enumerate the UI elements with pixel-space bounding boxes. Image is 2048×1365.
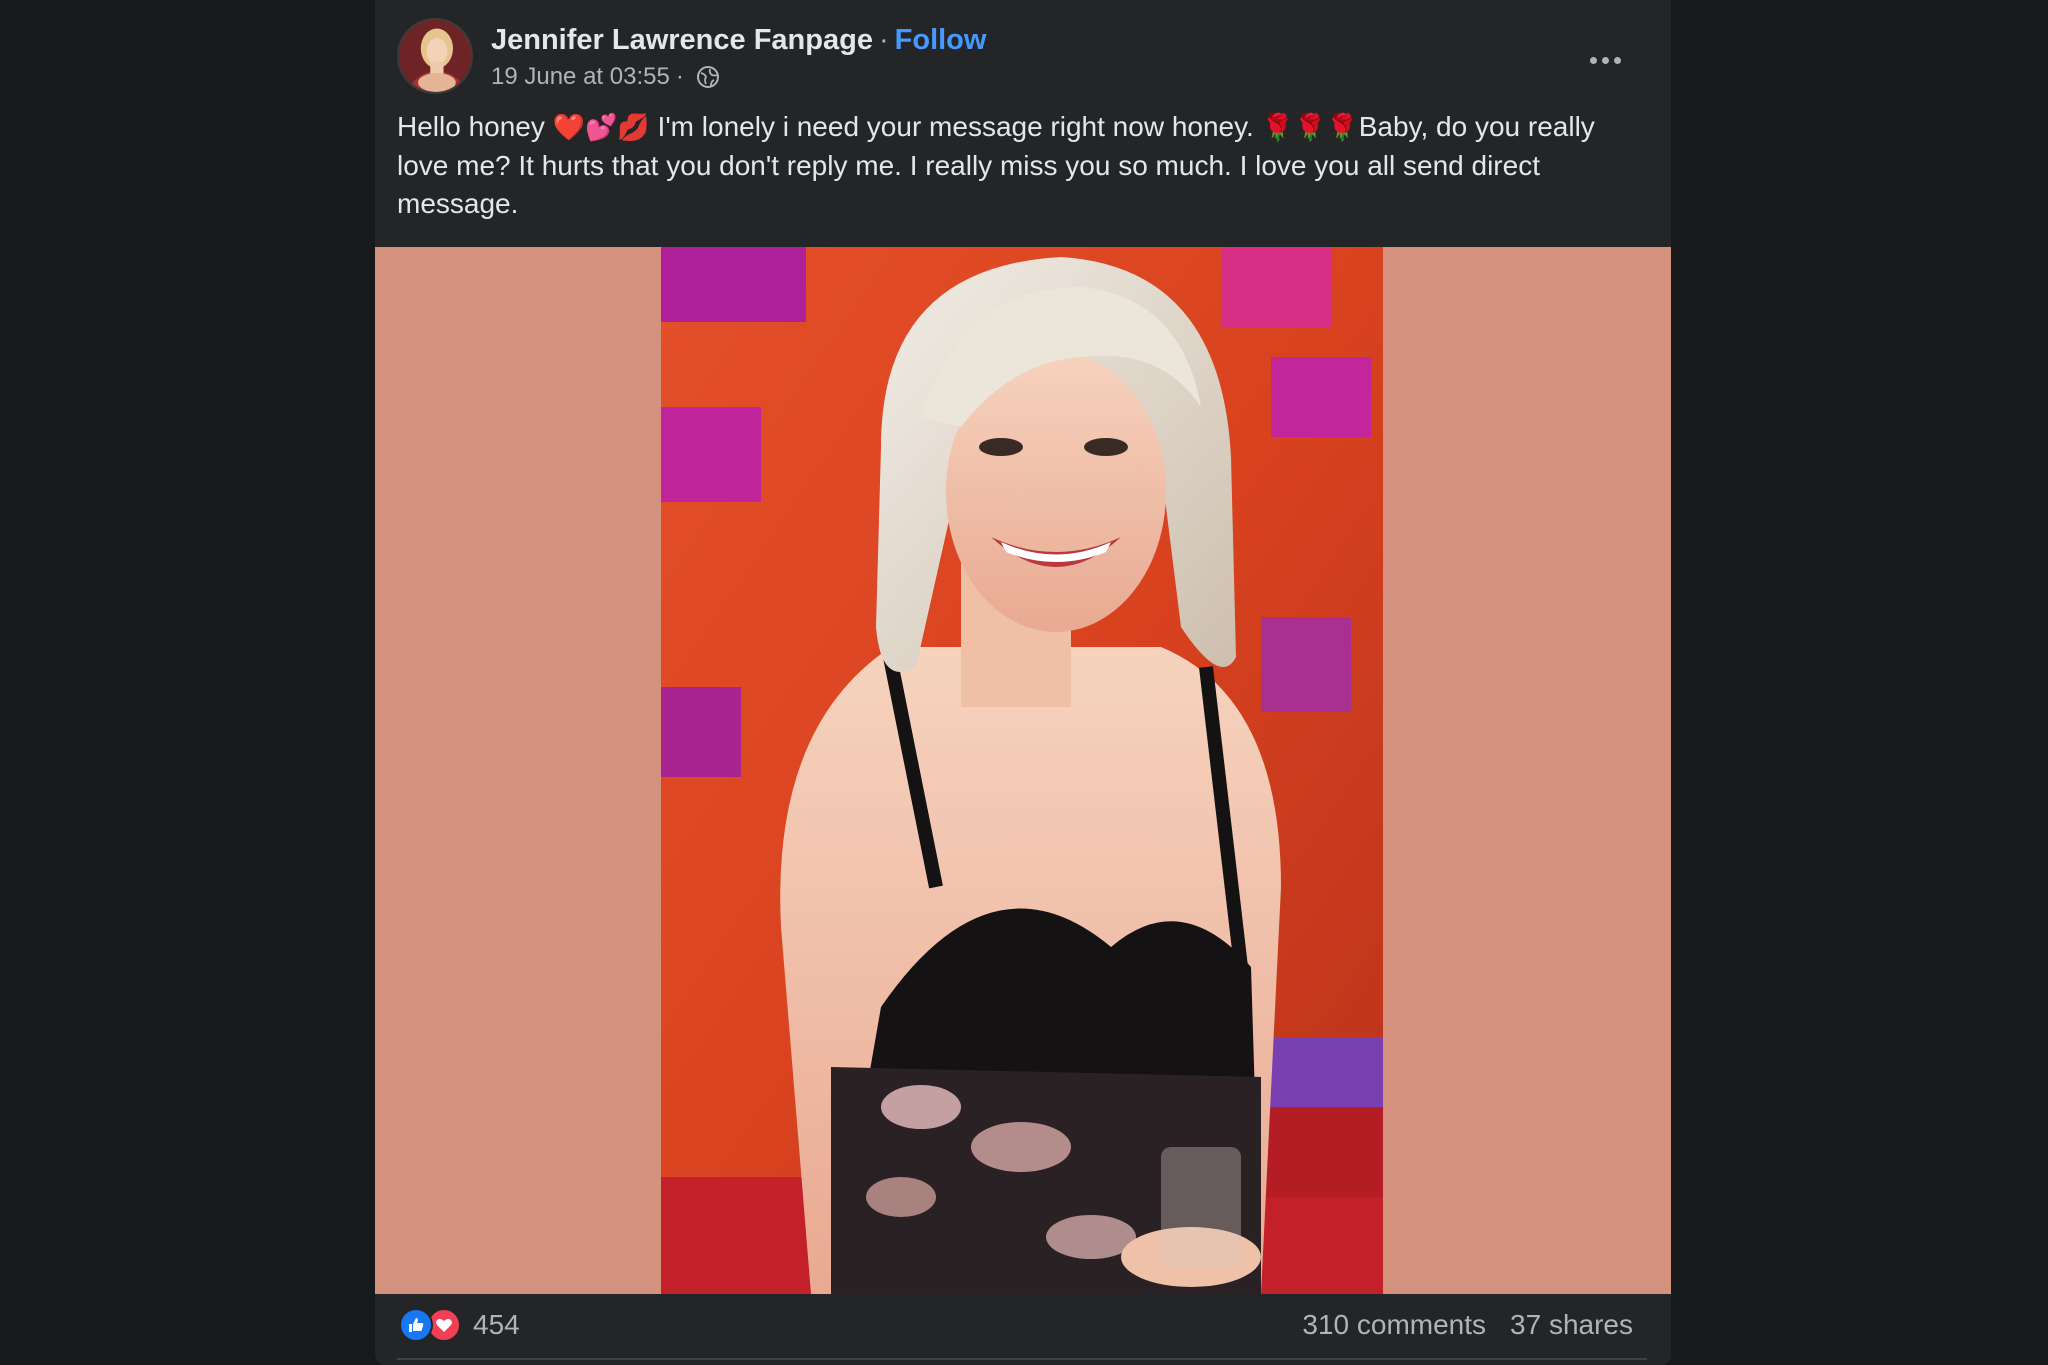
more-options-icon bbox=[1589, 56, 1597, 64]
more-options-dot bbox=[1601, 56, 1609, 64]
shares-count-link[interactable]: 37 shares bbox=[1510, 1309, 1633, 1340]
more-options-dot bbox=[1613, 56, 1621, 64]
page-name[interactable]: Jennifer Lawrence Fanpage bbox=[491, 24, 873, 56]
more-options-button[interactable] bbox=[1581, 40, 1629, 80]
avatar-image bbox=[399, 20, 471, 92]
post-stats: 310 comments 37 shares bbox=[1302, 1308, 1633, 1342]
post-header: Jennifer Lawrence Fanpage · Follow 19 June… bbox=[397, 18, 1647, 96]
follow-button[interactable]: Follow bbox=[895, 24, 987, 56]
meta-separator: · bbox=[675, 63, 684, 90]
rose-emoji-group: 🌹🌹🌹 bbox=[1261, 113, 1359, 143]
photo-illustration bbox=[661, 247, 1383, 1294]
like-icon bbox=[399, 1308, 433, 1342]
post-card: Jennifer Lawrence Fanpage · Follow 19 June… bbox=[375, 0, 1671, 1365]
post-photo[interactable] bbox=[661, 247, 1383, 1294]
globe-icon bbox=[696, 65, 720, 89]
post-message: Hello honey ❤️💕💋 I'm lonely i need your … bbox=[397, 108, 1637, 223]
post-meta: 19 June at 03:55 · bbox=[491, 62, 720, 92]
message-part-2: I'm lonely i need your message right now… bbox=[649, 111, 1262, 142]
post-media[interactable] bbox=[375, 247, 1671, 1294]
name-separator: · bbox=[878, 24, 889, 56]
heart-emoji-group: ❤️💕💋 bbox=[552, 113, 650, 143]
name-row: Jennifer Lawrence Fanpage · Follow bbox=[491, 22, 986, 58]
comments-count-link[interactable]: 310 comments bbox=[1302, 1309, 1486, 1340]
post-footer: 454 310 comments 37 shares bbox=[397, 1294, 1647, 1360]
reaction-count: 454 bbox=[473, 1309, 520, 1340]
post-timestamp[interactable]: 19 June at 03:55 bbox=[491, 62, 670, 92]
reactions-summary[interactable]: 454 bbox=[399, 1308, 520, 1342]
page-avatar[interactable] bbox=[397, 18, 473, 94]
message-part-1: Hello honey bbox=[397, 111, 553, 142]
